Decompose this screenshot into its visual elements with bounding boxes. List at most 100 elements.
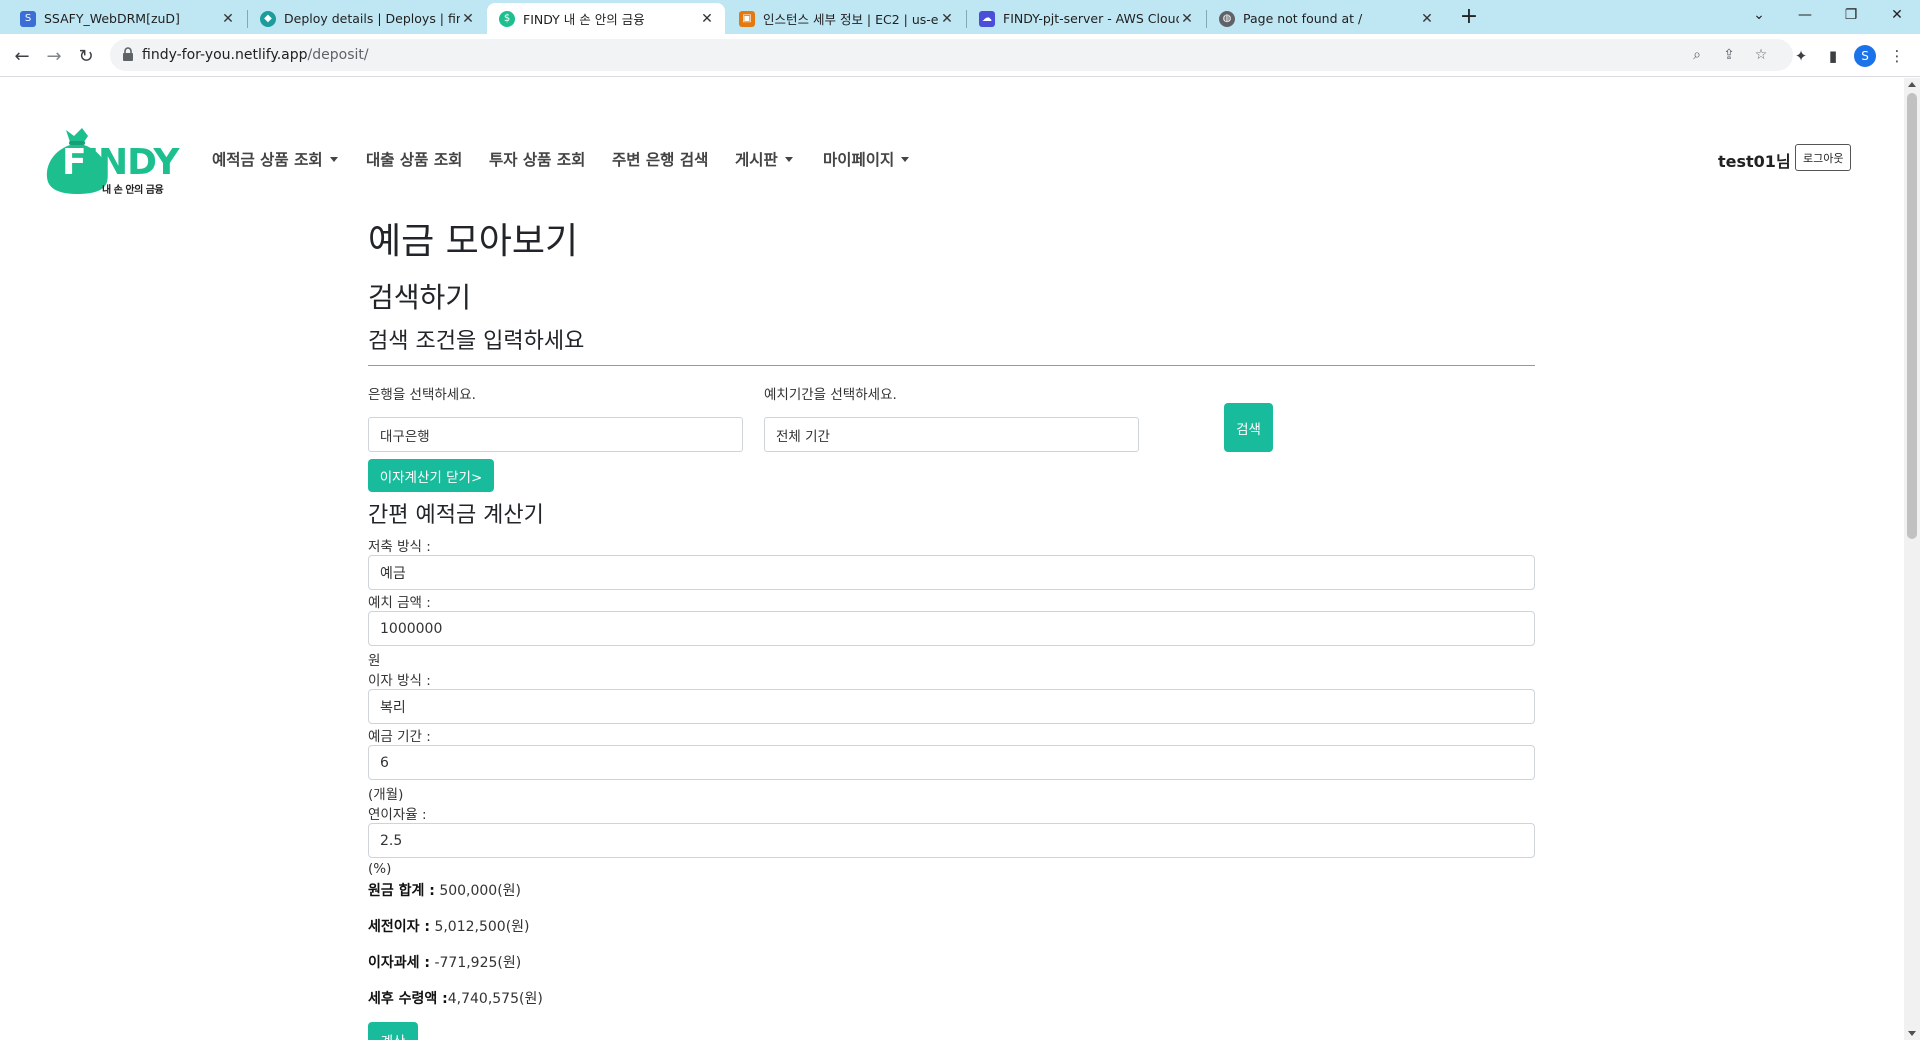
kebab-menu-icon[interactable]: ⋮	[1886, 45, 1908, 67]
bank-select-label: 은행을 선택하세요.	[368, 387, 476, 403]
browser-tab[interactable]: ◍ Page not found at / ✕	[1207, 3, 1445, 34]
page-scrollbar[interactable]	[1904, 78, 1920, 1040]
divider	[368, 365, 1535, 366]
savings-type-label: 저축 방식 :	[368, 539, 431, 555]
nav-loan-products[interactable]: 대출 상품 조회	[366, 148, 462, 170]
netlify-icon: ◆	[260, 10, 276, 27]
nav-board[interactable]: 게시판	[735, 148, 793, 170]
scroll-down-arrow-icon[interactable]	[1908, 1031, 1916, 1036]
tab-title: Deploy details | Deploys | findy	[284, 11, 460, 26]
logo-wordmark: FINDY	[62, 142, 179, 183]
forward-arrow-icon[interactable]: →	[40, 42, 68, 70]
close-icon[interactable]: ✕	[460, 11, 476, 27]
amount-label: 예치 금액 :	[368, 595, 431, 611]
savings-type-select[interactable]: 예금	[368, 555, 1535, 590]
caret-down-icon	[901, 156, 910, 162]
aws-cloud9-icon: ☁	[979, 10, 995, 27]
interest-tax: 이자과세 : -771,925(원)	[368, 952, 521, 972]
minimize-icon[interactable]: —	[1782, 0, 1828, 30]
nav-mypage[interactable]: 마이페이지	[823, 148, 910, 170]
profile-avatar[interactable]: S	[1854, 45, 1876, 67]
close-icon[interactable]: ✕	[939, 11, 955, 27]
rate-label: 연이자율 :	[368, 807, 427, 823]
logo-tagline: 내 손 안의 금융	[102, 185, 164, 196]
findy-bag-icon: $	[499, 10, 515, 27]
site-logo[interactable]: FINDY 내 손 안의 금융	[44, 118, 179, 198]
scrollbar-thumb[interactable]	[1907, 93, 1917, 539]
new-tab-button[interactable]: +	[1455, 5, 1483, 29]
extensions-icon[interactable]: ✦	[1790, 45, 1812, 67]
principal-total: 원금 합계 : 500,000(원)	[368, 880, 521, 900]
aws-ec2-icon: ▣	[739, 10, 755, 27]
bank-select[interactable]: 대구은행	[368, 417, 743, 452]
search-button[interactable]: 검색	[1224, 403, 1273, 452]
browser-tab-active[interactable]: $ FINDY 내 손 안의 금융 ✕	[487, 3, 725, 34]
browser-tab[interactable]: ☁ FINDY-pjt-server - AWS Cloud9 ✕	[967, 3, 1205, 34]
side-panel-icon[interactable]: ▮	[1822, 45, 1844, 67]
url-host: findy-for-you.netlify.app	[142, 47, 308, 63]
nav-label: 게시판	[735, 151, 778, 169]
period-select-label: 예치기간을 선택하세요.	[764, 387, 897, 403]
nav-deposit-products[interactable]: 예적금 상품 조회	[212, 148, 338, 170]
scroll-up-arrow-icon[interactable]	[1908, 82, 1916, 87]
interest-type-label: 이자 방식 :	[368, 673, 431, 689]
deposit-period-label: 예금 기간 :	[368, 729, 431, 745]
url-text: findy-for-you.netlify.app/deposit/	[142, 47, 369, 63]
nav-investment-products[interactable]: 투자 상품 조회	[489, 148, 585, 170]
logout-button[interactable]: 로그아웃	[1795, 144, 1852, 171]
bookmark-star-icon[interactable]: ☆	[1752, 46, 1770, 64]
window-close-icon[interactable]: ✕	[1874, 0, 1920, 30]
share-icon[interactable]: ⇪	[1720, 46, 1738, 64]
browser-tab[interactable]: S SSAFY_WebDRM[zuD] ✕	[8, 3, 246, 34]
browser-tab[interactable]: ▣ 인스턴스 세부 정보 | EC2 | us-e ✕	[727, 3, 965, 34]
username-label: test01님	[1718, 152, 1791, 171]
tab-search-icon[interactable]: ⌄	[1736, 0, 1782, 30]
amount-input[interactable]: 1000000	[368, 611, 1535, 646]
principal-label: 원금 합계 :	[368, 883, 435, 899]
globe-icon: ◍	[1219, 10, 1235, 27]
back-arrow-icon[interactable]: ←	[8, 42, 36, 70]
close-icon[interactable]: ✕	[699, 11, 715, 27]
nav-label: 대출 상품 조회	[366, 151, 463, 169]
pretax-interest: 세전이자 : 5,012,500(원)	[368, 916, 530, 936]
close-icon[interactable]: ✕	[1419, 11, 1435, 27]
close-icon[interactable]: ✕	[1179, 11, 1195, 27]
nav-label: 투자 상품 조회	[489, 151, 586, 169]
aftertax-amount: 세후 수령액 :4,740,575(원)	[368, 988, 543, 1008]
interest-type-select[interactable]: 복리	[368, 689, 1535, 724]
browser-tab[interactable]: ◆ Deploy details | Deploys | findy ✕	[248, 3, 486, 34]
calculate-button[interactable]: 계산	[368, 1022, 418, 1040]
period-unit: (개월)	[368, 787, 404, 803]
browser-toolbar: ← → ↻ findy-for-you.netlify.app/deposit/…	[0, 34, 1920, 77]
tab-title: FINDY-pjt-server - AWS Cloud9	[1003, 11, 1179, 26]
caret-down-icon	[329, 156, 338, 162]
toggle-calculator-button[interactable]: 이자계산기 닫기>	[368, 459, 494, 492]
close-icon[interactable]: ✕	[220, 11, 236, 27]
zoom-icon[interactable]: ⌕	[1688, 46, 1706, 64]
nav-label: 주변 은행 검색	[612, 151, 709, 169]
tab-title: FINDY 내 손 안의 금융	[523, 12, 645, 27]
period-select[interactable]: 전체 기간	[764, 417, 1139, 452]
nav-nearby-banks[interactable]: 주변 은행 검색	[612, 148, 708, 170]
url-path: /deposit/	[307, 47, 369, 63]
pretax-label: 세전이자 :	[368, 919, 430, 935]
search-heading: 검색하기	[368, 281, 472, 314]
rate-input[interactable]: 2.5	[368, 823, 1535, 858]
tax-value: -771,925(원)	[430, 955, 522, 971]
rate-unit: (%)	[368, 861, 392, 877]
amount-unit: 원	[368, 653, 381, 669]
nav-label: 예적금 상품 조회	[212, 151, 323, 169]
caret-down-icon	[784, 156, 793, 162]
tab-title: Page not found at /	[1243, 11, 1363, 26]
restore-icon[interactable]: ❐	[1828, 0, 1874, 30]
browser-tab-strip: S SSAFY_WebDRM[zuD] ✕ ◆ Deploy details |…	[0, 0, 1920, 34]
page-title: 예금 모아보기	[368, 221, 579, 262]
deposit-period-input[interactable]: 6	[368, 745, 1535, 780]
logo-letter: F	[62, 142, 87, 183]
reload-icon[interactable]: ↻	[72, 42, 100, 70]
tax-label: 이자과세 :	[368, 955, 430, 971]
tab-title: 인스턴스 세부 정보 | EC2 | us-e	[763, 12, 939, 27]
address-bar[interactable]: findy-for-you.netlify.app/deposit/ ⌕ ⇪ ☆	[110, 39, 1793, 71]
page-viewport: FINDY 내 손 안의 금융 예적금 상품 조회 대출 상품 조회 투자 상품…	[0, 78, 1904, 1040]
tab-title: SSAFY_WebDRM[zuD]	[44, 11, 180, 26]
